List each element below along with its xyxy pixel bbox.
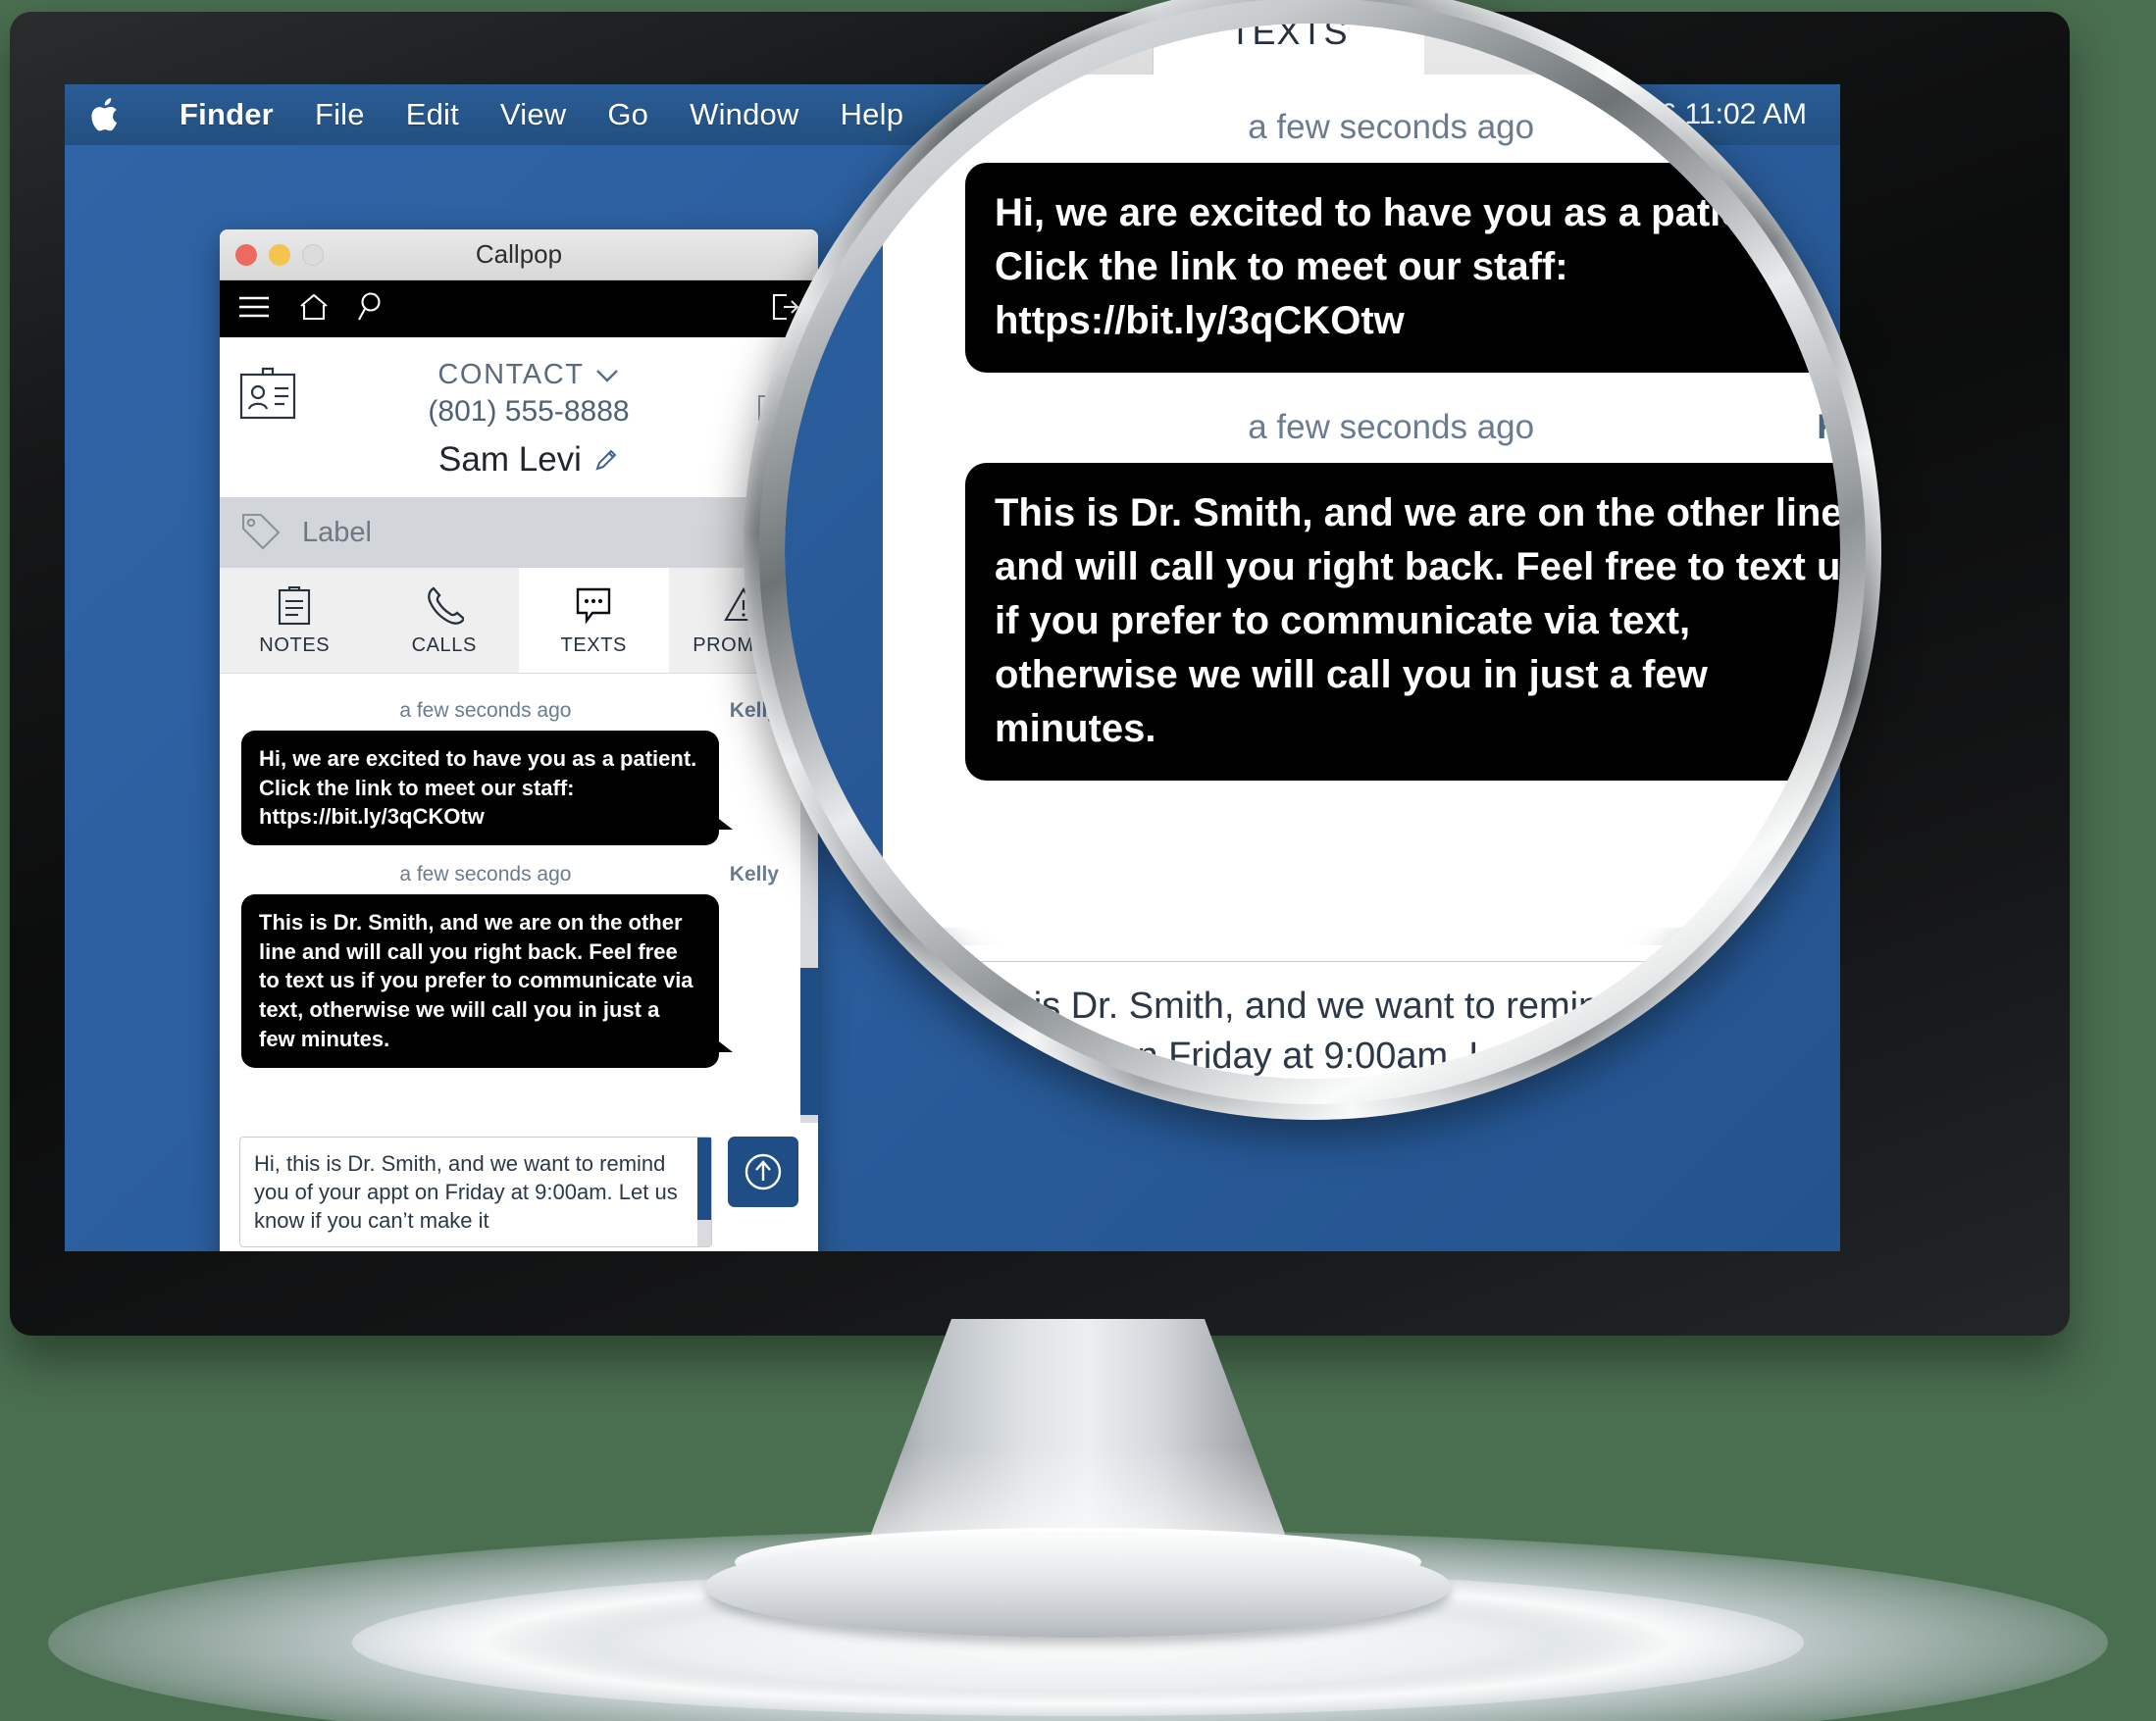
callpop-window: Callpop CONTACT (801) 555-8888 Sam Levi …	[220, 229, 818, 1251]
contact-header: CONTACT (801) 555-8888 Sam Levi	[220, 337, 818, 497]
hamburger-menu-icon[interactable]	[237, 294, 271, 325]
window-title: Callpop	[475, 239, 563, 269]
magnified-compose-area: Hi, this is Dr. Smith, and we want to re…	[883, 945, 1840, 1079]
contact-name-row: Sam Levi	[302, 440, 755, 480]
send-arrow-up-icon	[744, 1153, 782, 1190]
message-bubble[interactable]: Hi, we are excited to have you as a pati…	[241, 731, 733, 846]
menu-item-finder[interactable]: Finder	[159, 97, 294, 132]
chat-bubble-icon	[577, 587, 611, 625]
clipboard-icon	[279, 585, 311, 626]
message-timestamp: a few seconds ago	[399, 863, 572, 886]
tag-icon	[239, 511, 282, 555]
screenshot-root: Finder File Edit View Go Window Help 16 …	[0, 0, 2156, 1721]
label-row[interactable]: Label	[220, 497, 818, 568]
menu-item-go[interactable]: Go	[587, 97, 669, 132]
magnified-send-button[interactable]	[1795, 965, 1840, 1079]
magnified-desktop-left	[785, 24, 883, 1079]
search-icon[interactable]	[357, 291, 386, 328]
compose-area: Hi, this is Dr. Smith, and we want to re…	[220, 1122, 818, 1251]
app-toolbar	[220, 280, 818, 337]
contact-type-label: CONTACT	[437, 359, 585, 390]
tab-notes[interactable]: NOTES	[220, 568, 370, 673]
magnified-message-list[interactable]: a few seconds ago Kelly Hi, we are excit…	[883, 75, 1840, 928]
send-arrow-up-icon	[1822, 998, 1840, 1059]
magnified-message-bubble[interactable]: This is Dr. Smith, and we are on the oth…	[965, 462, 1840, 781]
magnified-tab-calls[interactable]: CALLS	[883, 24, 1154, 75]
home-icon[interactable]	[298, 292, 330, 327]
tab-calls[interactable]: CALLS	[370, 568, 520, 673]
message-meta: a few seconds ago Kelly	[241, 863, 796, 894]
magnified-message-meta: a few seconds ago Kelly	[965, 108, 1840, 163]
magnifier-glass: CALLS TEXTS a few seconds ago Kelly Hi, …	[785, 24, 1840, 1079]
tab-bar: NOTES CALLS TEXTS PROMPTS	[220, 568, 818, 674]
phone-icon	[427, 586, 464, 625]
contact-phone[interactable]: (801) 555-8888	[302, 395, 755, 429]
menu-item-file[interactable]: File	[294, 97, 385, 132]
tab-notes-label: NOTES	[259, 634, 331, 656]
chevron-down-icon	[595, 369, 618, 382]
magnified-message-bubble[interactable]: Hi, we are excited to have you as a pati…	[965, 163, 1840, 373]
tab-texts[interactable]: TEXTS	[519, 568, 669, 673]
label-text: Label	[302, 516, 372, 548]
contact-details: CONTACT (801) 555-8888 Sam Levi	[302, 359, 755, 480]
magnified-tab-texts[interactable]: TEXTS	[1154, 24, 1424, 75]
magnified-message-meta: a few seconds ago Kelly	[965, 408, 1840, 463]
magnified-tab-bar: CALLS TEXTS	[883, 24, 1840, 75]
contact-type-selector[interactable]: CONTACT	[302, 359, 755, 391]
tab-texts-label: TEXTS	[560, 634, 627, 656]
menu-item-edit[interactable]: Edit	[385, 97, 480, 132]
apple-logo-icon[interactable]	[90, 96, 124, 133]
magnified-content: CALLS TEXTS a few seconds ago Kelly Hi, …	[785, 24, 1840, 1079]
magnified-tab-calls-label: CALLS	[958, 24, 1077, 52]
input-scrollbar[interactable]	[697, 1137, 711, 1246]
pencil-icon[interactable]	[593, 447, 619, 473]
contact-card-icon	[237, 365, 302, 430]
message-bubble[interactable]: This is Dr. Smith, and we are on the oth…	[241, 894, 733, 1068]
message-input[interactable]: Hi, this is Dr. Smith, and we want to re…	[239, 1136, 712, 1247]
magnified-message-sender: Kelly	[1817, 407, 1840, 446]
magnified-message-input[interactable]: Hi, this is Dr. Smith, and we want to re…	[883, 961, 1766, 1079]
magnified-message-sender: Kelly	[1817, 108, 1840, 146]
magnifier-lens: CALLS TEXTS a few seconds ago Kelly Hi, …	[744, 0, 1881, 1120]
send-button[interactable]	[728, 1136, 798, 1207]
contact-name: Sam Levi	[438, 440, 582, 479]
menu-item-view[interactable]: View	[480, 97, 587, 132]
magnified-message-timestamp: a few seconds ago	[1248, 108, 1535, 146]
monitor-stand-base	[705, 1535, 1451, 1638]
magnified-input-scrollbar[interactable]	[1737, 962, 1765, 1079]
message-timestamp: a few seconds ago	[399, 699, 572, 722]
message-list[interactable]: a few seconds ago Kelly Hi, we are excit…	[220, 674, 818, 1123]
message-meta: a few seconds ago Kelly	[241, 699, 796, 731]
magnified-message-timestamp: a few seconds ago	[1248, 407, 1535, 446]
tab-calls-label: CALLS	[411, 634, 477, 656]
magnified-tab-texts-label: TEXTS	[1229, 24, 1349, 52]
magnified-tab-prompts[interactable]	[1424, 24, 1695, 75]
window-title-bar: Callpop	[220, 229, 818, 280]
